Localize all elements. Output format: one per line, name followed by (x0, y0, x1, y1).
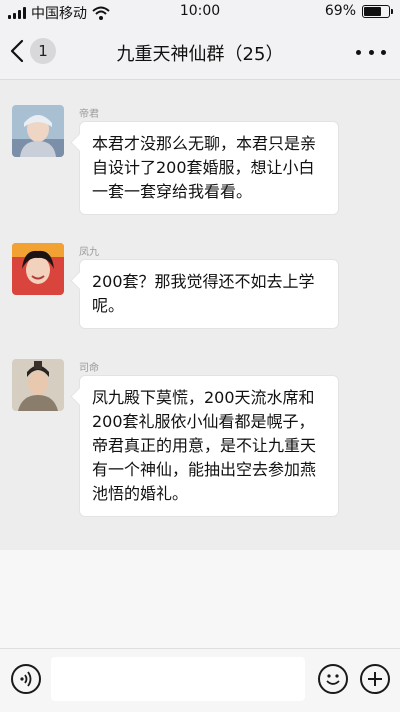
emoji-icon (326, 674, 340, 685)
sender-name: 凤九 (79, 247, 99, 258)
more-dot (356, 49, 361, 55)
chat-title: 九重天神仙群（25） (116, 44, 284, 65)
battery-percent: 69% (324, 3, 356, 19)
sender-name: 司命 (79, 363, 99, 374)
back-button[interactable]: 1 (10, 38, 56, 64)
more-dot (368, 49, 374, 55)
chevron-left-icon (10, 39, 24, 63)
message-bubble[interactable]: 本君才没那么无聊，本君只是亲自设计了200套婚服，想让小白一套一套穿给我看看。 (79, 121, 339, 215)
battery-icon (362, 4, 393, 18)
message-input[interactable] (51, 657, 305, 701)
emoji-button[interactable] (318, 664, 348, 694)
add-button[interactable] (360, 664, 390, 694)
status-right: 69% (324, 3, 393, 19)
more-button[interactable] (356, 40, 386, 64)
battery-fill (364, 6, 381, 16)
voice-icon (20, 671, 32, 687)
avatar[interactable] (12, 243, 64, 295)
sender-name: 帝君 (79, 109, 99, 120)
avatar[interactable] (12, 359, 64, 411)
plus-icon (368, 672, 382, 686)
voice-button[interactable] (11, 664, 41, 694)
chat-header: 1 九重天神仙群（25） (0, 24, 400, 80)
more-dot (381, 49, 386, 55)
status-bar: 中国移动 10:00 69% (0, 0, 400, 24)
input-bar (0, 648, 400, 712)
unread-badge: 1 (30, 38, 56, 64)
message-list[interactable]: 帝君 本君才没那么无聊，本君只是亲自设计了200套婚服，想让小白一套一套穿给我看… (0, 81, 400, 550)
message-bubble[interactable]: 凤九殿下莫慌，200天流水席和200套礼服依小仙看都是幌子，帝君真正的用意，是不… (79, 375, 339, 517)
message-bubble[interactable]: 200套？那我觉得还不如去上学呢。 (79, 259, 339, 329)
avatar[interactable] (12, 105, 64, 157)
chat-empty-space (0, 550, 400, 648)
